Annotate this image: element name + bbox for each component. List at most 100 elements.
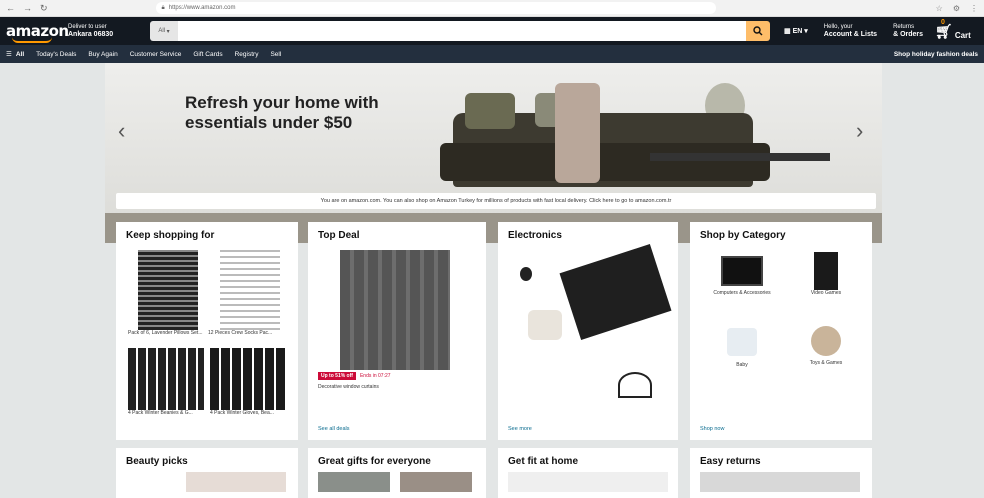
card-top-deal: Top Deal Up to 51% off Ends in 07:27 Dec… xyxy=(308,222,486,440)
card-electronics: Electronics See more xyxy=(498,222,678,440)
category-label: Video Games xyxy=(810,290,842,296)
browser-toolbar: ← → ↻ 🔒︎ https://www.amazon.com ☆ ⚙ ⋮ xyxy=(0,0,984,17)
deal-caption: Decorative window curtains xyxy=(318,384,379,390)
product-caption: 12 Pieces Crew Socks Pac... xyxy=(208,330,273,336)
hero-pillow-image xyxy=(465,93,515,129)
card-title: Top Deal xyxy=(318,230,360,241)
product-tile[interactable]: 4 Pack Winter Beanies & G... xyxy=(128,348,208,428)
back-icon[interactable]: ← xyxy=(6,3,15,13)
subnav-registry[interactable]: Registry xyxy=(235,51,259,58)
hero-sofa-seat-image xyxy=(440,143,770,181)
search-button[interactable] xyxy=(746,21,770,41)
language-selector[interactable]: ▦ EN ▾ xyxy=(784,27,808,35)
product-image xyxy=(210,348,286,410)
fitness-image[interactable] xyxy=(508,472,668,492)
cart-button[interactable]: 🛒︎ 0 Cart xyxy=(935,18,971,40)
orders-line1: Returns xyxy=(893,24,915,30)
card-title: Keep shopping for xyxy=(126,230,215,241)
carousel-prev-icon[interactable]: ‹ xyxy=(118,118,125,144)
amazon-header: amazon Deliver to user Ankara 06830 All … xyxy=(0,17,984,45)
product-image xyxy=(220,250,280,330)
category-baby[interactable]: Baby xyxy=(704,322,780,382)
subnav-gift-cards[interactable]: Gift Cards xyxy=(193,51,222,58)
gifts-image[interactable] xyxy=(318,472,390,492)
product-tile[interactable]: Pack of 6, Lavender Pillows Set... xyxy=(128,250,206,346)
carousel-next-icon[interactable]: › xyxy=(856,118,863,144)
deliver-to[interactable]: Deliver to user Ankara 06830 xyxy=(68,23,146,39)
camera-image[interactable] xyxy=(528,310,562,340)
deliver-line2: Ankara 06830 xyxy=(68,31,114,38)
shop-now-link[interactable]: Shop now xyxy=(700,426,724,432)
card-shop-by-category: Shop by Category Computers & Accessories… xyxy=(690,222,872,440)
hero-throw-image xyxy=(555,83,600,183)
product-image xyxy=(128,348,204,410)
baby-product-image xyxy=(727,328,757,356)
returns-orders[interactable]: Returns & Orders xyxy=(893,23,923,39)
card-title: Easy returns xyxy=(700,456,761,467)
cart-count: 0 xyxy=(941,18,945,26)
laptop-image[interactable] xyxy=(559,244,672,340)
search-input[interactable] xyxy=(178,21,746,41)
category-toys[interactable]: Toys & Games xyxy=(788,322,864,382)
account-line1: Hello, your xyxy=(823,24,853,30)
product-tile[interactable]: 4 Pack Winter Gloves, Bea... xyxy=(210,348,290,428)
cart-label: Cart xyxy=(954,30,971,40)
amazon-logo[interactable]: amazon xyxy=(6,22,69,43)
smile-icon xyxy=(12,37,52,43)
product-caption: 4 Pack Winter Gloves, Bea... xyxy=(210,410,274,416)
search-category-dropdown[interactable]: All ▾ xyxy=(150,21,178,41)
deal-badge-row: Up to 51% off Ends in 07:27 xyxy=(318,372,391,380)
gifts-image[interactable] xyxy=(400,472,472,492)
search-icon xyxy=(753,26,763,36)
card-title: Electronics xyxy=(508,230,562,241)
speaker-image[interactable] xyxy=(520,267,532,281)
subnav-buy-again[interactable]: Buy Again xyxy=(88,51,117,58)
cart-icon: 🛒︎ 0 xyxy=(935,18,953,39)
address-bar[interactable]: 🔒︎ https://www.amazon.com xyxy=(155,2,716,14)
sub-navigation: ☰ All Today's Deals Buy Again Customer S… xyxy=(0,45,984,63)
reload-icon[interactable]: ↻ xyxy=(40,3,48,14)
language-label: EN xyxy=(792,28,803,35)
lock-icon: 🔒︎ xyxy=(161,4,165,11)
hero-table-image xyxy=(650,153,830,161)
product-tile[interactable]: 12 Pieces Crew Socks Pac... xyxy=(208,250,290,346)
product-caption: 4 Pack Winter Beanies & G... xyxy=(128,410,193,416)
card-title: Get fit at home xyxy=(508,456,579,467)
category-computers[interactable]: Computers & Accessories xyxy=(704,252,780,314)
account-line2: Account & Lists xyxy=(823,31,878,38)
account-menu[interactable]: Hello, your Account & Lists xyxy=(824,23,877,39)
subnav-sell[interactable]: Sell xyxy=(270,51,281,58)
subnav-all[interactable]: All xyxy=(16,51,24,58)
deal-badge: Up to 51% off xyxy=(318,372,356,380)
category-video-games[interactable]: Video Games xyxy=(788,252,864,314)
search-category-label: All xyxy=(158,28,165,34)
subnav-promo[interactable]: Shop holiday fashion deals xyxy=(894,51,978,58)
toy-image xyxy=(811,326,841,356)
locale-notice[interactable]: You are on amazon.com. You can also shop… xyxy=(116,193,876,209)
headphones-image[interactable] xyxy=(618,372,652,398)
extensions-icon[interactable]: ⚙ xyxy=(953,4,960,13)
see-all-deals-link[interactable]: See all deals xyxy=(318,426,350,432)
category-label: Baby xyxy=(736,362,748,368)
hero-headline: Refresh your home with essentials under … xyxy=(185,93,379,132)
subnav-todays-deals[interactable]: Today's Deals xyxy=(36,51,76,58)
electronics-see-more-link[interactable]: See more xyxy=(508,426,532,432)
product-image xyxy=(138,250,198,330)
subnav-customer-service[interactable]: Customer Service xyxy=(130,51,182,58)
forward-icon[interactable]: → xyxy=(23,3,32,13)
orders-line2: & Orders xyxy=(893,31,924,38)
card-title: Great gifts for everyone xyxy=(318,456,431,467)
deal-product-image[interactable] xyxy=(340,250,450,370)
star-icon[interactable]: ☆ xyxy=(936,4,943,13)
menu-icon[interactable]: ⋮ xyxy=(970,4,978,13)
product-caption: Pack of 6, Lavender Pillows Set... xyxy=(128,330,203,336)
hero-banner[interactable]: Refresh your home with essentials under … xyxy=(105,63,882,243)
card-keep-shopping: Keep shopping for Pack of 6, Lavender Pi… xyxy=(116,222,298,440)
returns-image[interactable] xyxy=(700,472,860,492)
category-label: Toys & Games xyxy=(809,360,843,366)
locale-notice-text: You are on amazon.com. You can also shop… xyxy=(320,198,672,204)
hamburger-icon[interactable]: ☰ xyxy=(6,50,12,58)
card-title: Beauty picks xyxy=(126,456,188,467)
flag-icon: ▦ xyxy=(784,28,791,35)
beauty-image[interactable] xyxy=(186,472,286,492)
